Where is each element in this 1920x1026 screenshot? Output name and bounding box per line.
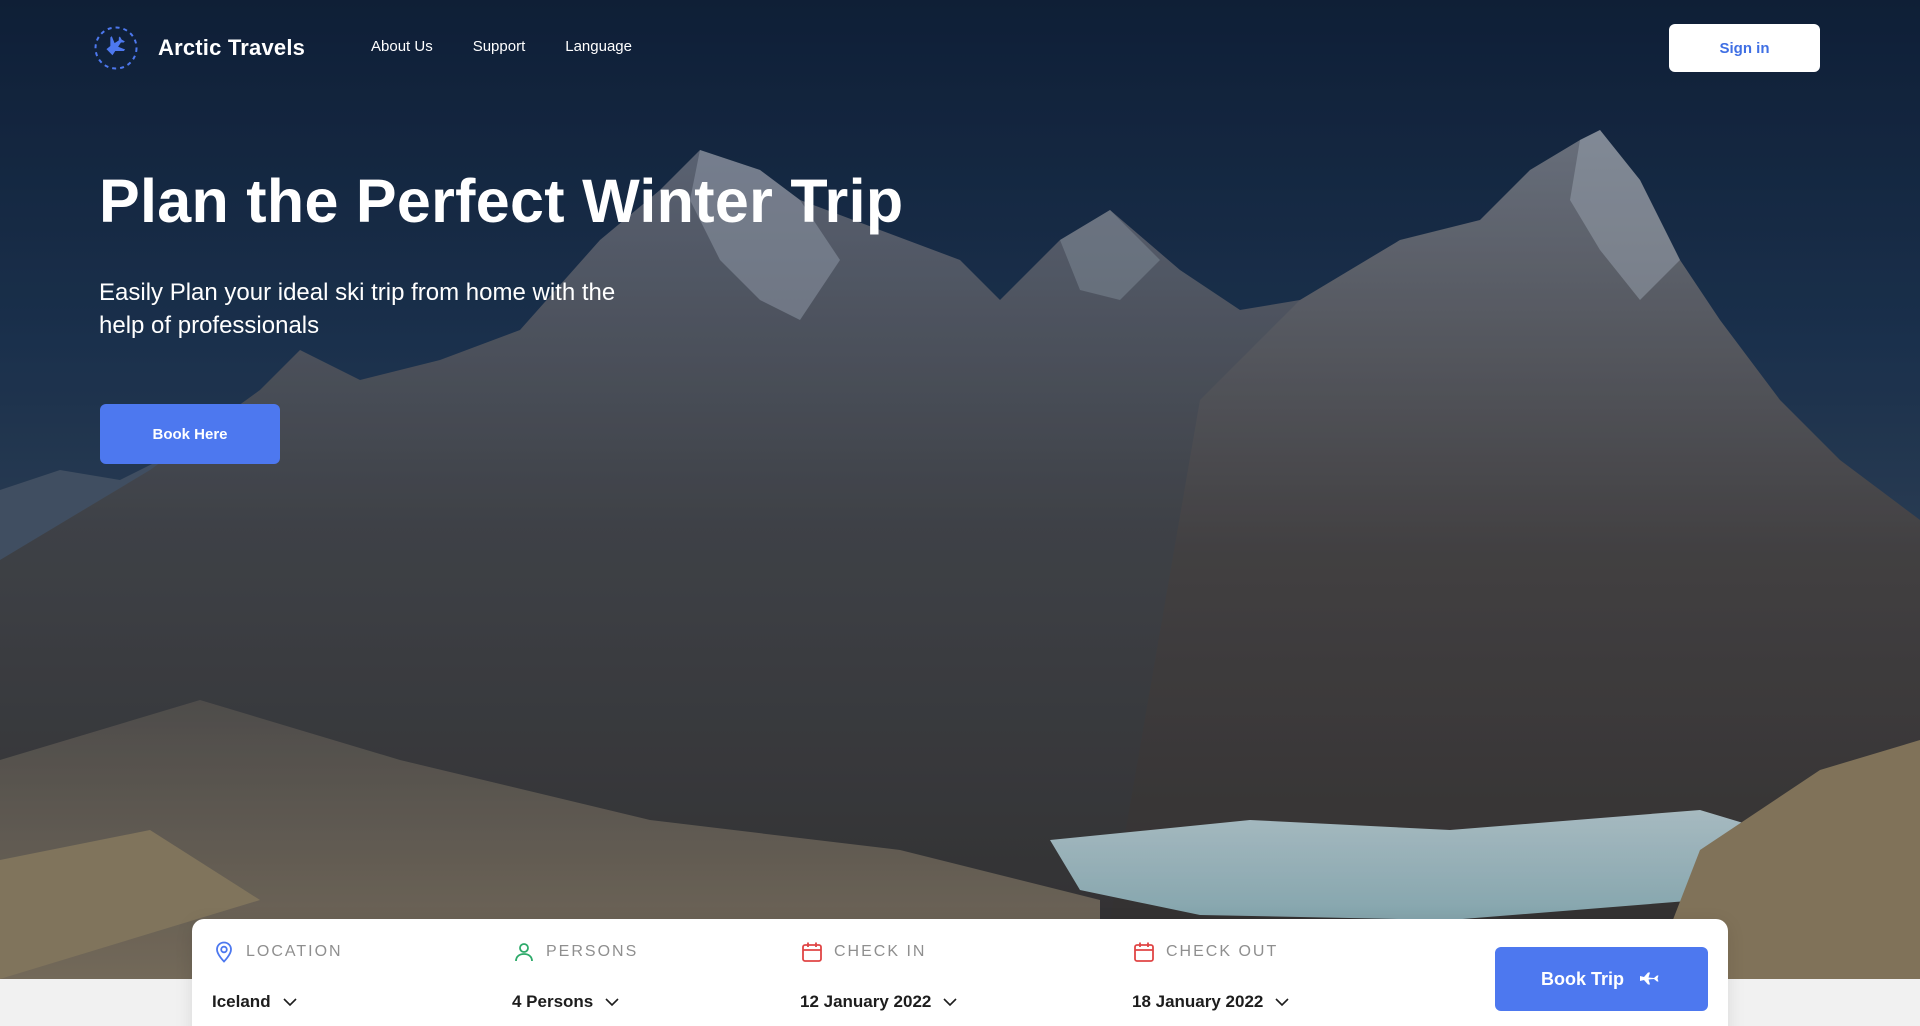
sign-in-button[interactable]: Sign in [1669, 24, 1820, 72]
chevron-down-icon [1275, 998, 1289, 1007]
hero-subtitle: Easily Plan your ideal ski trip from hom… [99, 279, 616, 339]
book-here-button[interactable]: Book Here [100, 404, 280, 464]
hero-title: Plan the Perfect Winter Trip [99, 167, 904, 235]
plane-icon [1640, 972, 1659, 985]
location-select[interactable]: Iceland [212, 992, 299, 1012]
check-in-date-select[interactable]: 12 January 2022 [800, 992, 959, 1012]
nav-links: About Us Support Language [371, 38, 672, 55]
booking-panel: LOCATION Iceland PERSONS 4 Persons CHECK… [192, 919, 1728, 1026]
book-trip-button[interactable]: Book Trip [1495, 947, 1708, 1011]
check-in-label: CHECK IN [800, 940, 926, 964]
mountain-background-image [0, 0, 1920, 979]
top-navigation: Arctic Travels About Us Support Language… [0, 0, 1920, 96]
location-label: LOCATION [212, 940, 343, 964]
nav-link-support[interactable]: Support [473, 38, 526, 55]
check-out-date-select[interactable]: 18 January 2022 [1132, 992, 1291, 1012]
nav-link-language[interactable]: Language [565, 38, 632, 55]
plane-icon [94, 26, 138, 70]
calendar-icon [1134, 942, 1154, 962]
user-icon [515, 943, 533, 962]
brand[interactable]: Arctic Travels [94, 26, 305, 70]
persons-label: PERSONS [512, 940, 638, 964]
persons-select[interactable]: 4 Persons [512, 992, 621, 1012]
map-pin-icon [216, 941, 232, 963]
check-out-label: CHECK OUT [1132, 940, 1278, 964]
calendar-icon [802, 942, 822, 962]
nav-link-about-us[interactable]: About Us [371, 38, 433, 55]
chevron-down-icon [605, 998, 619, 1007]
brand-name: Arctic Travels [158, 35, 306, 60]
hero-section: Arctic Travels About Us Support Language… [0, 0, 1920, 979]
chevron-down-icon [283, 998, 297, 1007]
chevron-down-icon [943, 998, 957, 1007]
